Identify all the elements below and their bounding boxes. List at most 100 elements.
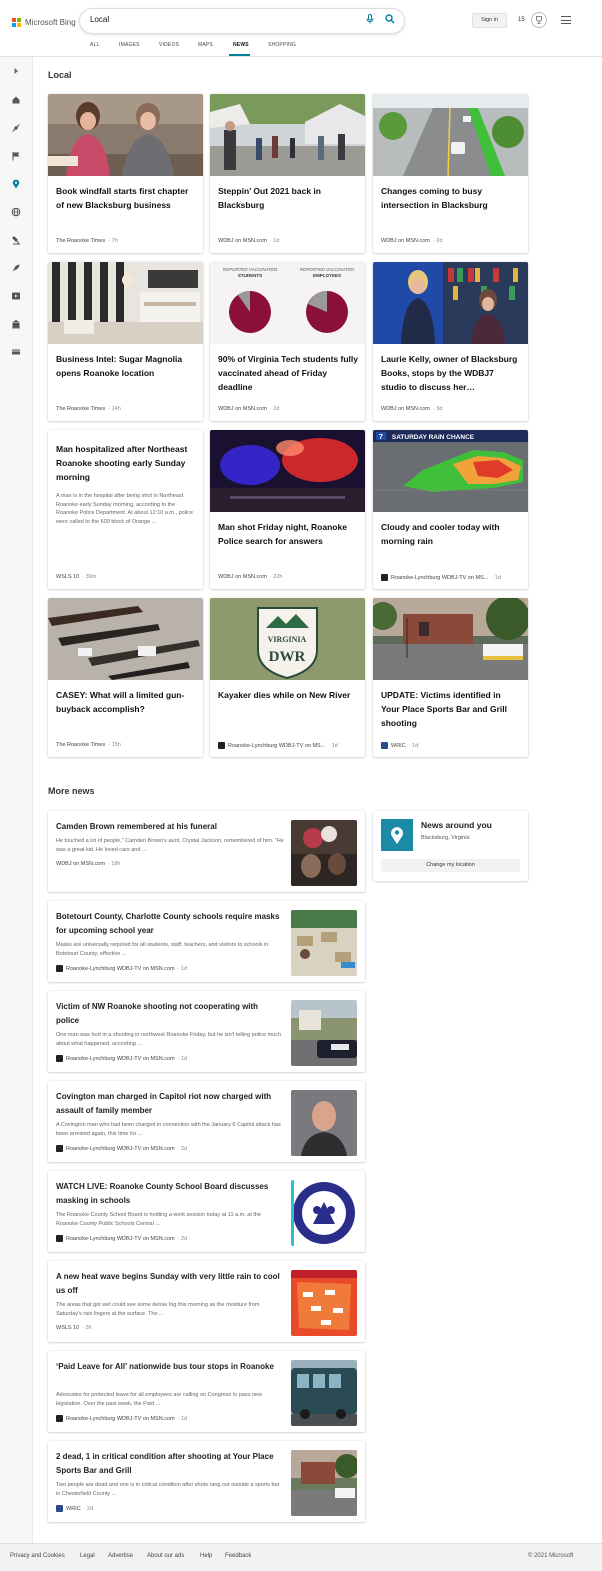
source-logo-icon bbox=[56, 1145, 63, 1152]
news-card-image bbox=[373, 262, 528, 344]
tab-shopping[interactable]: SHOPPING bbox=[268, 42, 296, 48]
bing-logo[interactable]: Microsoft Bing bbox=[12, 16, 76, 28]
more-news-source: WSLS 10 · 3h bbox=[56, 1325, 92, 1331]
source-logo-icon bbox=[56, 1235, 63, 1242]
rewards-count[interactable]: 15 bbox=[518, 17, 525, 23]
rewards-trophy-icon[interactable] bbox=[531, 12, 547, 28]
news-card[interactable]: VIRGINIA DWR Kayaker dies while on New R… bbox=[210, 598, 365, 757]
source-logo-icon bbox=[56, 965, 63, 972]
bank-icon[interactable] bbox=[11, 319, 21, 329]
sign-in-button[interactable]: Sign in bbox=[472, 13, 507, 28]
news-card-title[interactable]: Steppin’ Out 2021 back in Blacksburg bbox=[218, 184, 358, 212]
tab-all[interactable]: ALL bbox=[90, 42, 100, 48]
news-card-title[interactable]: UPDATE: Victims identified in Your Place… bbox=[381, 688, 521, 730]
dwr-logo-text-virginia: VIRGINIA bbox=[268, 635, 307, 644]
more-news-title[interactable]: Covington man charged in Capitol riot no… bbox=[56, 1090, 281, 1117]
footer-link-advertise[interactable]: Advertise bbox=[108, 1553, 133, 1559]
news-card[interactable]: UPDATE: Victims identified in Your Place… bbox=[373, 598, 528, 757]
home-icon[interactable] bbox=[11, 95, 21, 105]
footer-link-legal[interactable]: Legal bbox=[80, 1553, 95, 1559]
more-news-item[interactable]: WATCH LIVE: Roanoke County School Board … bbox=[48, 1171, 365, 1252]
more-news-title[interactable]: Victim of NW Roanoke shooting not cooper… bbox=[56, 1000, 281, 1027]
svg-text:REPORTED VACCINATED: REPORTED VACCINATED bbox=[223, 267, 278, 272]
source-logo-icon bbox=[381, 742, 388, 749]
rocket-icon[interactable] bbox=[11, 263, 21, 273]
location-pin-icon[interactable] bbox=[11, 179, 21, 189]
more-news-item[interactable]: A new heat wave begins Sunday with very … bbox=[48, 1261, 365, 1342]
tab-images[interactable]: IMAGES bbox=[119, 42, 140, 48]
news-card-title[interactable]: Man hospitalized after Northeast Roanoke… bbox=[56, 442, 196, 484]
news-card[interactable]: Laurie Kelly, owner of Blacksburg Books,… bbox=[373, 262, 528, 421]
news-card-title[interactable]: CASEY: What will a limited gun-buyback a… bbox=[56, 688, 196, 716]
flag-icon[interactable] bbox=[11, 151, 21, 161]
news-card[interactable]: Man hospitalized after Northeast Roanoke… bbox=[48, 430, 203, 589]
money-icon[interactable] bbox=[11, 347, 21, 357]
news-card-source: Roanoke-Lynchburg WDBJ-TV on MS... · 1d bbox=[218, 742, 338, 749]
more-news-title[interactable]: 2 dead, 1 in critical condition after sh… bbox=[56, 1450, 281, 1477]
news-card-title[interactable]: Cloudy and cooler today with morning rai… bbox=[381, 520, 521, 548]
globe-icon[interactable] bbox=[11, 207, 21, 217]
more-news-item[interactable]: Camden Brown remembered at his funeral H… bbox=[48, 811, 365, 892]
more-news-title[interactable]: A new heat wave begins Sunday with very … bbox=[56, 1270, 281, 1297]
satellite-icon[interactable] bbox=[11, 123, 21, 133]
more-news-thumbnail bbox=[291, 1090, 357, 1156]
news-card[interactable]: Steppin’ Out 2021 back in Blacksburg WDB… bbox=[210, 94, 365, 253]
more-news-title[interactable]: ‘Paid Leave for All’ nationwide bus tour… bbox=[56, 1360, 281, 1374]
more-news-item[interactable]: 2 dead, 1 in critical condition after sh… bbox=[48, 1441, 365, 1522]
news-card-title[interactable]: Man shot Friday night, Roanoke Police se… bbox=[218, 520, 358, 548]
footer-link-privacy[interactable]: Privacy and Cookies bbox=[10, 1553, 65, 1559]
menu-hamburger-icon[interactable] bbox=[561, 16, 571, 24]
more-news-thumbnail bbox=[291, 1180, 357, 1246]
tab-maps[interactable]: MAPS bbox=[198, 42, 213, 48]
more-news-item[interactable]: Covington man charged in Capitol riot no… bbox=[48, 1081, 365, 1162]
more-news-item[interactable]: Victim of NW Roanoke shooting not cooper… bbox=[48, 991, 365, 1072]
more-news-thumbnail bbox=[291, 910, 357, 976]
news-card-title[interactable]: Kayaker dies while on New River bbox=[218, 688, 358, 702]
search-box bbox=[80, 9, 404, 33]
news-card-title[interactable]: Changes coming to busy intersection in B… bbox=[381, 184, 521, 212]
brand-name: Microsoft Bing bbox=[25, 17, 76, 27]
more-news-thumbnail bbox=[291, 1270, 357, 1336]
more-news-source: WRIC · 2d bbox=[56, 1505, 93, 1512]
footer-link-help[interactable]: Help bbox=[200, 1553, 212, 1559]
search-input[interactable] bbox=[90, 15, 340, 24]
more-news-item[interactable]: ‘Paid Leave for All’ nationwide bus tour… bbox=[48, 1351, 365, 1432]
news-card-title[interactable]: Book windfall starts first chapter of ne… bbox=[56, 184, 196, 212]
video-icon[interactable] bbox=[11, 291, 21, 301]
microphone-icon[interactable] bbox=[366, 14, 374, 24]
news-card-title[interactable]: 90% of Virginia Tech students fully vacc… bbox=[218, 352, 358, 394]
news-card[interactable]: REPORTED VACCINATED STUDENTS REPORTED VA… bbox=[210, 262, 365, 421]
expand-chevron-icon[interactable] bbox=[11, 66, 21, 76]
footer-link-feedback[interactable]: Feedback bbox=[225, 1553, 251, 1559]
news-card-image bbox=[373, 598, 528, 680]
tab-videos[interactable]: VIDEOS bbox=[159, 42, 179, 48]
svg-text:REPORTED VACCINATED: REPORTED VACCINATED bbox=[300, 267, 355, 272]
more-news-thumbnail bbox=[291, 1000, 357, 1066]
science-icon[interactable] bbox=[11, 235, 21, 245]
active-tab-indicator bbox=[229, 54, 250, 56]
news-card-title[interactable]: Business Intel: Sugar Magnolia opens Roa… bbox=[56, 352, 196, 380]
news-card[interactable]: Book windfall starts first chapter of ne… bbox=[48, 94, 203, 253]
more-news-item[interactable]: Botetourt County, Charlotte County schoo… bbox=[48, 901, 365, 982]
search-icon[interactable] bbox=[385, 14, 395, 24]
change-location-button[interactable]: Change my location bbox=[381, 859, 520, 872]
news-card[interactable]: CASEY: What will a limited gun-buyback a… bbox=[48, 598, 203, 757]
more-news-title[interactable]: WATCH LIVE: Roanoke County School Board … bbox=[56, 1180, 281, 1207]
news-card-title[interactable]: Laurie Kelly, owner of Blacksburg Books,… bbox=[381, 352, 521, 394]
news-card-image bbox=[48, 262, 203, 344]
station-number: 7 bbox=[379, 434, 383, 441]
weather-graphic-title: SATURDAY RAIN CHANCE bbox=[392, 434, 475, 441]
news-card[interactable]: 7 SATURDAY RAIN CHANCE Cloudy and cooler… bbox=[373, 430, 528, 589]
more-news-title[interactable]: Botetourt County, Charlotte County schoo… bbox=[56, 910, 281, 937]
tab-news[interactable]: NEWS bbox=[233, 42, 249, 48]
more-news-snippet: One man was hurt in a shooting in northw… bbox=[56, 1032, 282, 1047]
more-news-title[interactable]: Camden Brown remembered at his funeral bbox=[56, 820, 281, 834]
news-card-source: WDBJ on MSN.com · 22h bbox=[218, 574, 283, 580]
news-card[interactable]: Business Intel: Sugar Magnolia opens Roa… bbox=[48, 262, 203, 421]
news-card[interactable]: Man shot Friday night, Roanoke Police se… bbox=[210, 430, 365, 589]
news-card-source: The Roanoke Times · 14h bbox=[56, 406, 121, 412]
news-card-image bbox=[48, 598, 203, 680]
news-card[interactable]: Changes coming to busy intersection in B… bbox=[373, 94, 528, 253]
news-around-you-title: News around you bbox=[421, 820, 492, 830]
footer-link-about-ads[interactable]: About our ads bbox=[147, 1553, 184, 1559]
